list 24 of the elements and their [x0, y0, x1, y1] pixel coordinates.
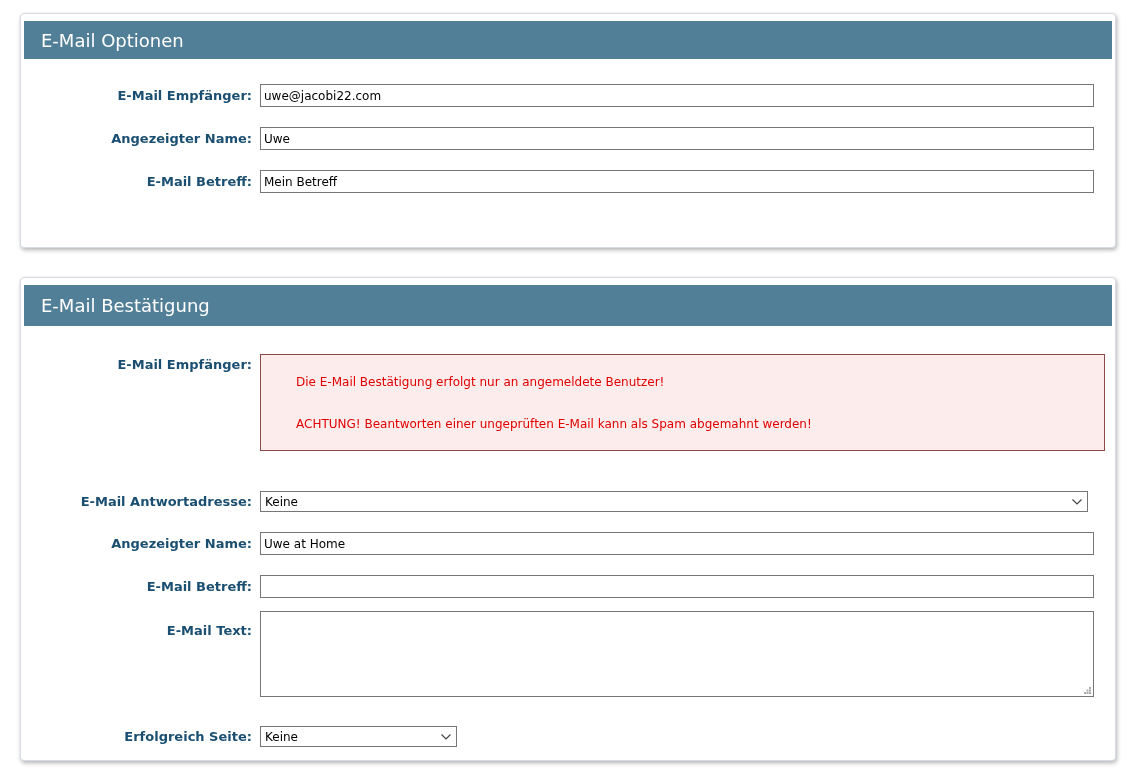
input-field[interactable]: Mein Betreff [260, 170, 1094, 193]
input-field[interactable] [260, 575, 1094, 598]
chevron-down-icon [441, 733, 451, 740]
input-field[interactable]: Uwe [260, 127, 1094, 150]
input-field[interactable]: uwe@jacobi22.com [260, 84, 1094, 107]
field-label: Angezeigter Name: [110, 129, 253, 148]
input-field[interactable]: Uwe at Home [260, 532, 1094, 555]
field-label: Angezeigter Name: [110, 534, 253, 553]
section-title: E-Mail Bestätigung [24, 285, 1112, 326]
field-label: E-Mail Antwortadresse: [79, 492, 253, 511]
field-label: E-Mail Empfänger: [116, 356, 253, 374]
resize-grip-icon[interactable] [1084, 687, 1091, 694]
warning-text: ACHTUNG! Beantworten einer ungeprüften E-Mail kann als Spam abgemahnt werden! [296, 417, 813, 432]
section-title: E-Mail Optionen [24, 21, 1112, 59]
field-label: E-Mail Text: [165, 622, 253, 640]
warning-text: Die E-Mail Bestätigung erfolgt nur an angemeldete Benutzer! [296, 375, 666, 390]
field-label: Erfolgreich Seite: [123, 727, 253, 746]
field-label: E-Mail Betreff: [145, 172, 253, 191]
text-area[interactable] [260, 611, 1094, 697]
chevron-down-icon [1072, 498, 1082, 505]
field-label: E-Mail Empfänger: [116, 86, 253, 105]
dropdown[interactable]: Keine [260, 726, 457, 747]
dropdown[interactable]: Keine [260, 491, 1088, 512]
field-label: E-Mail Betreff: [145, 577, 253, 596]
